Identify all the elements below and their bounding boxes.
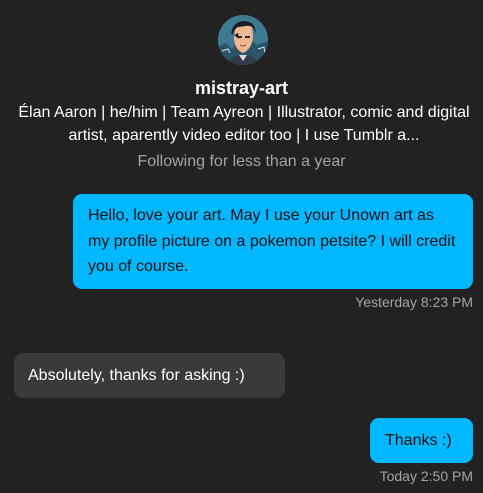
message-timestamp: Yesterday 8:23 PM <box>355 294 473 310</box>
profile-username[interactable]: mistray-art <box>0 77 483 99</box>
received-message-bubble[interactable]: Absolutely, thanks for asking :) <box>14 353 285 398</box>
sent-message-bubble[interactable]: Hello, love your art. May I use your Uno… <box>73 194 473 289</box>
message-text: Hello, love your art. May I use your Uno… <box>88 207 456 275</box>
message-text: Absolutely, thanks for asking :) <box>28 367 245 384</box>
sent-message-bubble[interactable]: Thanks :) <box>370 418 473 463</box>
profile-bio: Élan Aaron | he/him | Team Ayreon | Illu… <box>18 104 470 144</box>
following-status: Following for less than a year <box>137 153 346 170</box>
message-timestamp: Today 2:50 PM <box>379 468 473 484</box>
message-text: Thanks :) <box>385 432 452 449</box>
user-avatar-illustration-icon <box>218 15 268 65</box>
avatar[interactable] <box>218 15 268 65</box>
